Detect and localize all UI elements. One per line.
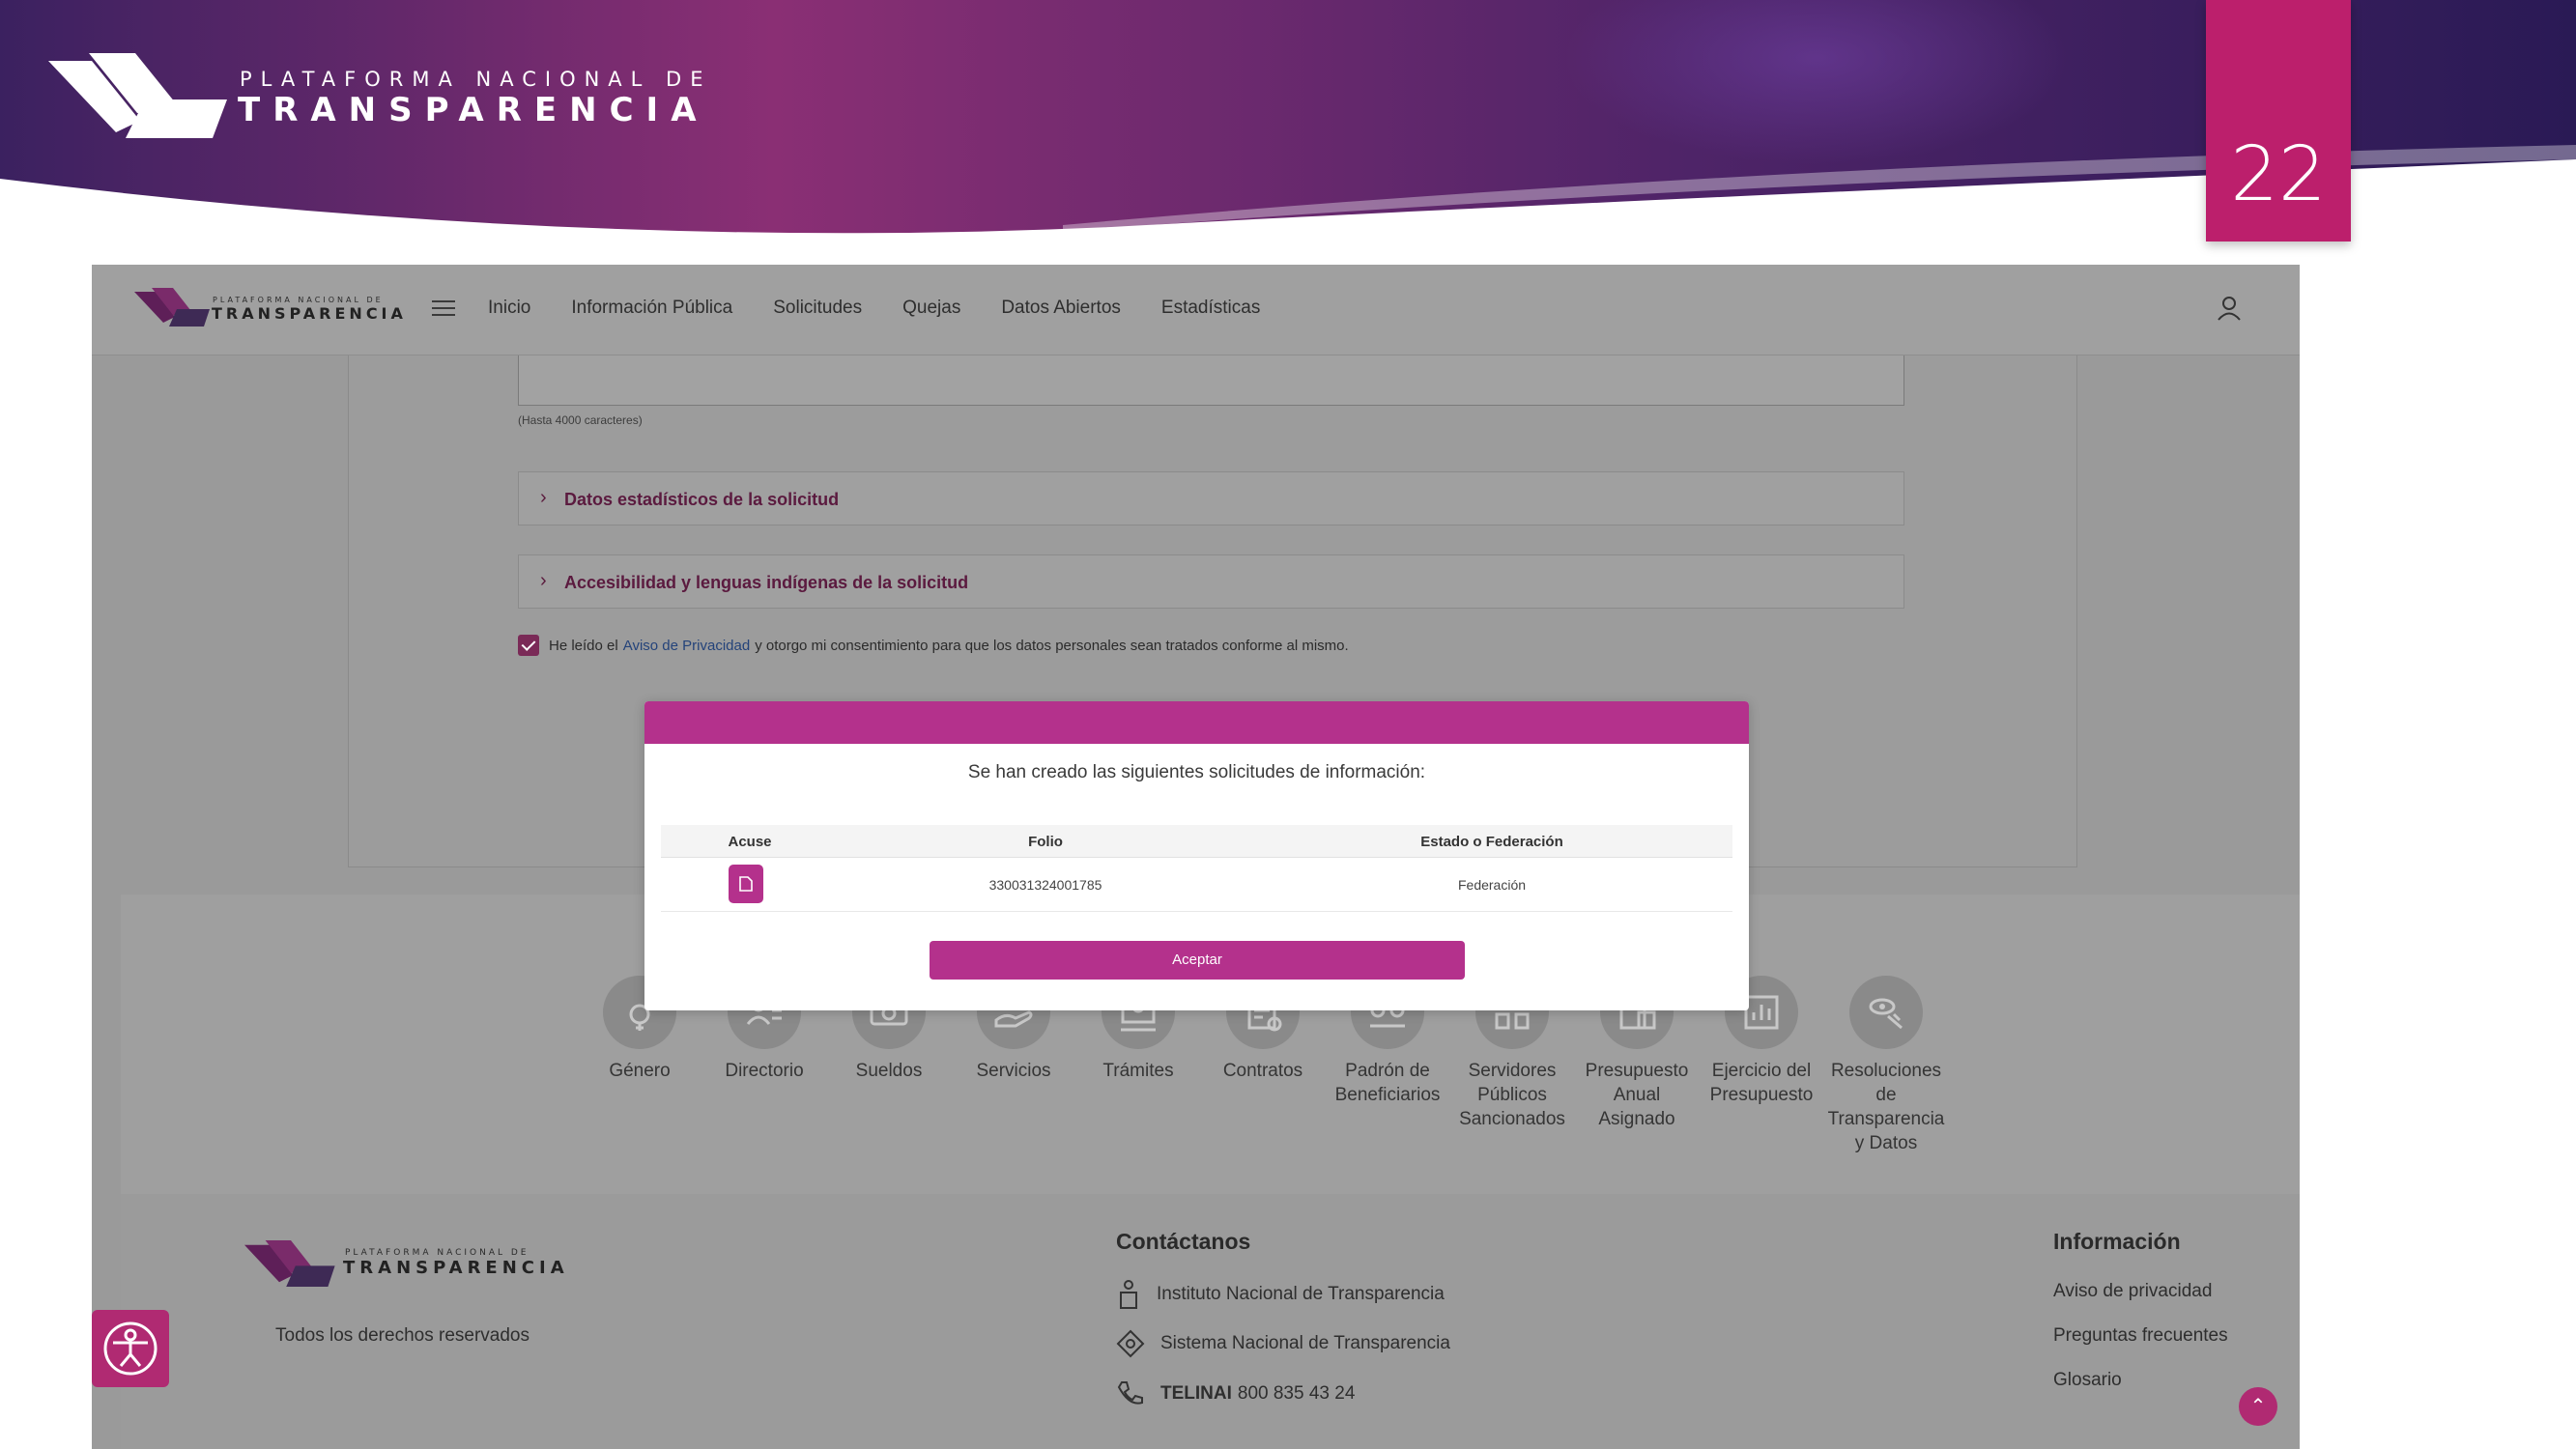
download-acuse-button[interactable] (729, 865, 763, 903)
topic-label: Resoluciones de Transparencia y Datos (1827, 1061, 1945, 1153)
privacy-consent: He leído el Aviso de Privacidad y otorgo… (518, 635, 1349, 656)
contact-sistema-label: Sistema Nacional de Transparencia (1160, 1333, 1450, 1353)
embedded-screenshot: PLATAFORMA NACIONAL DE TRANSPARENCIA Ini… (92, 265, 2300, 1449)
accessibility-icon (103, 1321, 157, 1376)
contact-sistema[interactable]: Sistema Nacional de Transparencia (1116, 1329, 1450, 1358)
accept-button[interactable]: Aceptar (930, 941, 1465, 980)
contact-phone[interactable]: TELINAI 800 835 43 24 (1116, 1379, 1355, 1408)
nav-logo-top: PLATAFORMA NACIONAL DE (213, 296, 384, 304)
phone-label: TELINAI (1160, 1383, 1232, 1404)
accordion-stats[interactable]: › Datos estadísticos de la solicitud (518, 471, 1904, 526)
column-folio: Folio (1028, 834, 1063, 850)
requests-table: Acuse Folio Estado o Federación 33003132… (661, 825, 1732, 912)
phone-number: 800 835 43 24 (1237, 1383, 1356, 1404)
link-privacy[interactable]: Aviso de privacidad (2053, 1281, 2212, 1302)
contact-institute[interactable]: Instituto Nacional de Transparencia (1116, 1279, 1445, 1310)
topic-label: Padrón de Beneficiarios (1334, 1061, 1441, 1105)
modal-message: Se han creado las siguientes solicitudes… (967, 762, 1426, 782)
phone-icon (1117, 1381, 1143, 1405)
link-glossary[interactable]: Glosario (2053, 1370, 2122, 1391)
topic-resoluciones[interactable]: Resoluciones de Transparencia y Datos (1823, 976, 1949, 1155)
footer-logo-top: PLATAFORMA NACIONAL DE (345, 1248, 530, 1258)
contact-institute-label: Instituto Nacional de Transparencia (1157, 1284, 1445, 1304)
user-icon[interactable] (2215, 294, 2244, 323)
banner-logo-mark (48, 53, 232, 145)
column-estado: Estado o Federación (1420, 834, 1563, 850)
nav-solicitudes[interactable]: Solicitudes (773, 298, 862, 319)
page-number: 22 (2230, 131, 2327, 218)
info-heading: Información (2053, 1229, 2181, 1254)
table-header: Acuse Folio Estado o Federación (661, 825, 1732, 858)
contact-heading: Contáctanos (1116, 1229, 1251, 1254)
topic-label: Presupuesto Anual Asignado (1585, 1061, 1689, 1129)
page-number-badge: 22 (2206, 0, 2351, 242)
resolutions-icon (1849, 976, 1923, 1049)
confirmation-modal: Se han creado las siguientes solicitudes… (644, 701, 1749, 1010)
menu-icon[interactable] (432, 300, 455, 318)
document-icon (739, 876, 753, 892)
consent-suffix: y otorgo mi consentimiento para que los … (755, 637, 1349, 654)
topic-label: Género (609, 1061, 671, 1081)
nav-informacion-publica[interactable]: Información Pública (571, 298, 732, 319)
nav-datos-abiertos[interactable]: Datos Abiertos (1001, 298, 1121, 319)
footer-logo-main: TRANSPARENCIA (343, 1258, 569, 1278)
nav-inicio[interactable]: Inicio (488, 298, 530, 319)
banner-brand-top: PLATAFORMA NACIONAL DE (240, 68, 712, 91)
privacy-notice-link[interactable]: Aviso de Privacidad (623, 638, 750, 654)
slide: PLATAFORMA NACIONAL DE TRANSPARENCIA 22 … (0, 0, 2576, 1449)
nav-menu: Inicio Información Pública Solicitudes Q… (488, 298, 1301, 319)
topic-label: Trámites (1102, 1061, 1174, 1081)
table-row: 330031324001785 Federación (661, 858, 1732, 912)
column-acuse: Acuse (728, 834, 772, 850)
topic-label: Sueldos (855, 1061, 923, 1081)
topic-label: Contratos (1222, 1061, 1303, 1081)
folio-value: 330031324001785 (988, 877, 1102, 893)
link-faq[interactable]: Preguntas frecuentes (2053, 1325, 2228, 1347)
accessibility-button[interactable] (92, 1310, 169, 1387)
nav-estadisticas[interactable]: Estadísticas (1161, 298, 1260, 319)
site-footer: PLATAFORMA NACIONAL DE TRANSPARENCIA Tod… (121, 1194, 2300, 1449)
topic-label: Servicios (976, 1061, 1051, 1081)
request-textarea[interactable] (518, 355, 1904, 406)
top-navbar: PLATAFORMA NACIONAL DE TRANSPARENCIA Ini… (92, 265, 2300, 355)
nav-logo[interactable] (134, 288, 212, 331)
modal-header (644, 701, 1749, 744)
estado-value: Federación (1457, 877, 1527, 893)
scroll-to-top-button[interactable]: ⌃ (2239, 1387, 2277, 1426)
accordion-accessibility-label: Accesibilidad y lenguas indígenas de la … (564, 573, 969, 592)
nav-quejas[interactable]: Quejas (902, 298, 960, 319)
chevron-up-icon: ⌃ (2249, 1396, 2267, 1417)
chevron-right-icon: › (540, 487, 547, 508)
topic-label: Servidores Públicos Sancionados (1459, 1061, 1565, 1129)
char-limit-hint: (Hasta 4000 caracteres) (518, 413, 643, 427)
footer-logo[interactable] (244, 1240, 337, 1292)
accordion-accessibility[interactable]: › Accesibilidad y lenguas indígenas de l… (518, 554, 1904, 609)
accordion-stats-label: Datos estadísticos de la solicitud (564, 490, 840, 509)
topic-label: Ejercicio del Presupuesto (1709, 1061, 1814, 1105)
consent-prefix: He leído el (549, 637, 618, 654)
consent-checkbox[interactable] (518, 635, 539, 656)
chevron-right-icon: › (540, 570, 547, 591)
building-icon (1120, 1280, 1137, 1309)
banner-brand-main: TRANSPARENCIA (238, 91, 709, 129)
topic-label: Directorio (725, 1061, 804, 1081)
footer-rights: Todos los derechos reservados (275, 1325, 530, 1346)
nav-logo-main: TRANSPARENCIA (212, 304, 407, 323)
network-icon (1116, 1329, 1145, 1358)
